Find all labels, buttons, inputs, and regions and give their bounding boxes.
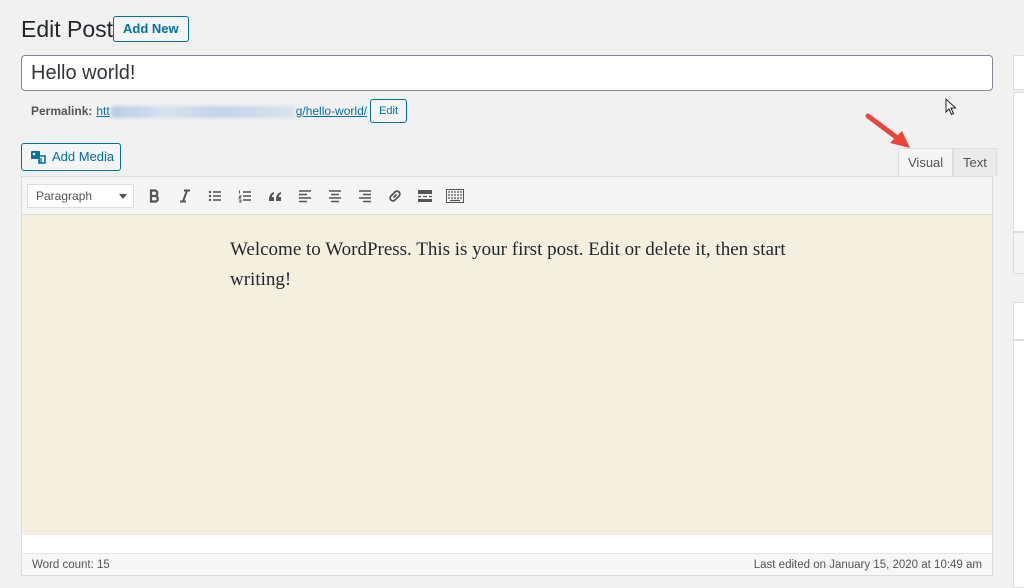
editor-container: Paragraph Welcome to WordPress. This is … xyxy=(21,176,993,576)
permalink-row: Permalink: htt g/hello-world/ Edit xyxy=(31,99,408,123)
mouse-cursor-icon xyxy=(945,98,957,116)
read-more-icon[interactable] xyxy=(410,181,440,211)
numbered-list-icon[interactable] xyxy=(230,181,260,211)
bold-icon[interactable] xyxy=(140,181,170,211)
editor-toolbar: Paragraph xyxy=(22,177,992,215)
permalink-slug: g/hello-world/ xyxy=(295,104,368,118)
sidebar-panel xyxy=(1013,92,1024,232)
page-title: Edit Post xyxy=(21,16,114,42)
post-content[interactable]: Welcome to WordPress. This is your first… xyxy=(230,235,810,295)
media-icon xyxy=(31,151,46,164)
editor-status-bar: Word count: 15 Last edited on January 15… xyxy=(22,553,992,575)
blockquote-icon[interactable] xyxy=(260,181,290,211)
link-icon[interactable] xyxy=(380,181,410,211)
word-count: Word count: 15 xyxy=(32,559,110,571)
italic-icon[interactable] xyxy=(170,181,200,211)
sidebar-panel xyxy=(1013,232,1024,274)
post-title-input[interactable] xyxy=(21,55,993,91)
align-left-icon[interactable] xyxy=(290,181,320,211)
last-edited: Last edited on January 15, 2020 at 10:49… xyxy=(753,559,982,571)
annotation-arrow-icon xyxy=(865,113,910,148)
permalink-label: Permalink: xyxy=(31,104,93,118)
format-select[interactable]: Paragraph xyxy=(27,183,134,208)
edit-slug-button[interactable]: Edit xyxy=(370,99,408,123)
permalink-blurred-domain xyxy=(110,105,295,118)
add-new-button[interactable]: Add New xyxy=(113,16,189,42)
add-media-label: Add Media xyxy=(52,149,115,164)
chevron-down-icon xyxy=(119,193,127,199)
add-media-button[interactable]: Add Media xyxy=(21,143,121,171)
format-select-value: Paragraph xyxy=(36,188,93,203)
tab-visual[interactable]: Visual xyxy=(898,148,954,177)
bulleted-list-icon[interactable] xyxy=(200,181,230,211)
editor-content-area[interactable]: Welcome to WordPress. This is your first… xyxy=(22,215,992,535)
align-center-icon[interactable] xyxy=(320,181,350,211)
sidebar-panel xyxy=(1013,55,1024,90)
sidebar-panel xyxy=(1013,340,1024,588)
align-right-icon[interactable] xyxy=(350,181,380,211)
toolbar-toggle-icon[interactable] xyxy=(440,181,470,211)
sidebar-panel xyxy=(1013,302,1024,340)
permalink-prefix: htt xyxy=(96,104,110,118)
tab-text[interactable]: Text xyxy=(953,148,997,176)
permalink-link[interactable]: htt g/hello-world/ xyxy=(96,99,367,123)
